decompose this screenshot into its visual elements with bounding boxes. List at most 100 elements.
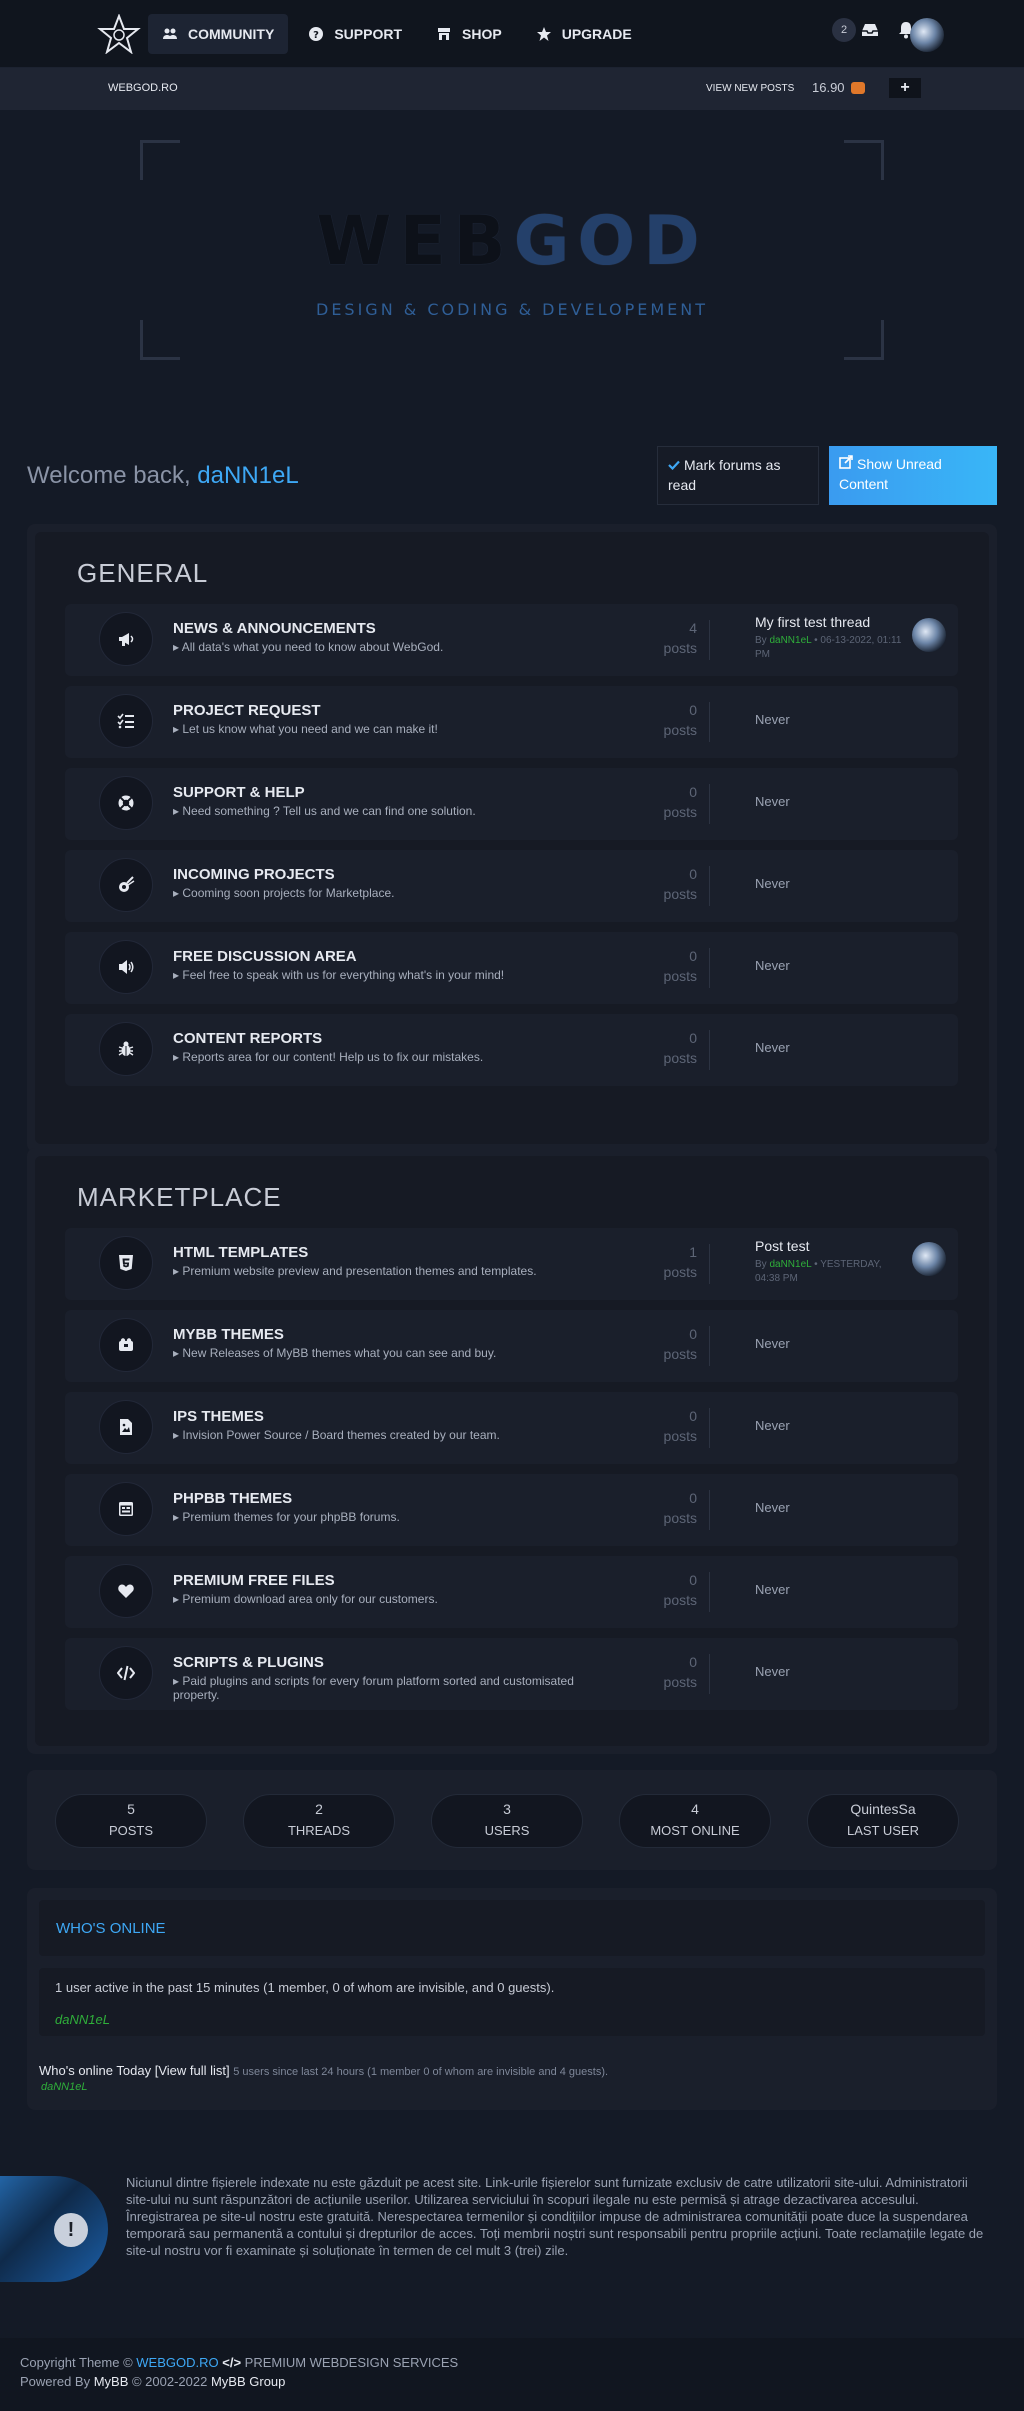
inbox-icon[interactable] bbox=[860, 22, 880, 38]
nav-shop[interactable]: SHOP bbox=[422, 14, 516, 54]
forum-description-text: Feel free to speak with us for everythin… bbox=[182, 968, 505, 982]
post-count-value: 0 bbox=[689, 866, 697, 882]
post-count-value: 0 bbox=[689, 1654, 697, 1670]
forum-row[interactable]: PHPBB THEMES ▸ Premium themes for your p… bbox=[65, 1474, 958, 1546]
mark-forums-read-button[interactable]: Mark forums as read bbox=[657, 446, 819, 505]
forum-row[interactable]: PROJECT REQUEST ▸ Let us know what you n… bbox=[65, 686, 958, 758]
main-nav: COMMUNITY ? SUPPORT SHOP UPGRADE bbox=[148, 14, 646, 54]
nav-community[interactable]: COMMUNITY bbox=[148, 14, 289, 54]
forum-post-count: 0 posts bbox=[637, 1324, 697, 1364]
forum-row[interactable]: MYBB THEMES ▸ New Releases of MyBB theme… bbox=[65, 1310, 958, 1382]
notification-count-badge[interactable]: 2 bbox=[832, 18, 856, 42]
forum-name[interactable]: PROJECT REQUEST bbox=[173, 702, 321, 719]
online-user[interactable]: daNN1eL bbox=[55, 2012, 110, 2027]
nav-shop-label: SHOP bbox=[462, 26, 502, 42]
copyright-text: Copyright Theme © bbox=[20, 2355, 137, 2370]
powered-prefix: Powered By bbox=[20, 2374, 94, 2389]
post-count-unit: posts bbox=[663, 886, 697, 902]
forum-post-count: 0 posts bbox=[637, 1652, 697, 1692]
comet-icon bbox=[99, 858, 153, 912]
forum-row[interactable]: PREMIUM FREE FILES ▸ Premium download ar… bbox=[65, 1556, 958, 1628]
mark-forums-read-label: Mark forums as read bbox=[668, 457, 781, 493]
post-count-unit: posts bbox=[663, 1346, 697, 1362]
forum-row[interactable]: NEWS & ANNOUNCEMENTS ▸ All data's what y… bbox=[65, 604, 958, 676]
stat-value: 3 bbox=[503, 1801, 511, 1817]
forum-name[interactable]: INCOMING PROJECTS bbox=[173, 866, 335, 883]
post-count-unit: posts bbox=[663, 1674, 697, 1690]
forum-row[interactable]: SCRIPTS & PLUGINS ▸ Paid plugins and scr… bbox=[65, 1638, 958, 1710]
last-post-thread[interactable]: My first test thread bbox=[755, 614, 870, 630]
post-count-value: 0 bbox=[689, 784, 697, 800]
last-post-thread[interactable]: Post test bbox=[755, 1238, 809, 1254]
forum-name[interactable]: FREE DISCUSSION AREA bbox=[173, 948, 357, 965]
last-post-user[interactable]: daNN1eL bbox=[769, 1259, 811, 1270]
forum-name[interactable]: CONTENT REPORTS bbox=[173, 1030, 322, 1047]
last-post-never: Never bbox=[755, 1500, 790, 1515]
site-logo-star-icon[interactable] bbox=[96, 14, 142, 54]
forum-row[interactable]: CONTENT REPORTS ▸ Reports area for our c… bbox=[65, 1014, 958, 1086]
view-full-list-link[interactable]: View full list bbox=[158, 2063, 226, 2078]
view-new-posts-link[interactable]: VIEW NEW POSTS bbox=[706, 83, 794, 94]
forum-description-text: All data's what you need to know about W… bbox=[181, 640, 444, 654]
welcome-username[interactable]: daNN1eL bbox=[197, 462, 298, 489]
last-poster-avatar[interactable] bbox=[912, 618, 946, 652]
html5-icon bbox=[99, 1236, 153, 1290]
stat-value: 2 bbox=[315, 1801, 323, 1817]
forum-post-count: 0 posts bbox=[637, 1406, 697, 1446]
show-unread-content-button[interactable]: Show Unread Content bbox=[829, 446, 997, 505]
divider bbox=[709, 1490, 710, 1530]
forum-description: ▸ Let us know what you need and we can m… bbox=[173, 722, 438, 736]
mybb-link[interactable]: MyBB bbox=[94, 2374, 129, 2389]
forum-name[interactable]: SUPPORT & HELP bbox=[173, 784, 305, 801]
forum-row[interactable]: FREE DISCUSSION AREA ▸ Feel free to spea… bbox=[65, 932, 958, 1004]
credits-balance[interactable]: 16.90 bbox=[812, 80, 865, 95]
nav-upgrade[interactable]: UPGRADE bbox=[522, 14, 646, 54]
forum-name[interactable]: PREMIUM FREE FILES bbox=[173, 1572, 335, 1589]
forum-row[interactable]: SUPPORT & HELP ▸ Need something ? Tell u… bbox=[65, 768, 958, 840]
nav-support[interactable]: ? SUPPORT bbox=[294, 14, 416, 54]
post-count-value: 0 bbox=[689, 702, 697, 718]
stat-threads: 2 THREADS bbox=[243, 1794, 395, 1848]
speaker-icon bbox=[99, 940, 153, 994]
stat-label: THREADS bbox=[287, 1823, 351, 1838]
online-today-label: Who's online Today bbox=[39, 2063, 152, 2078]
forum-name[interactable]: HTML TEMPLATES bbox=[173, 1244, 308, 1261]
forum-description-text: New Releases of MyBB themes what you can… bbox=[182, 1346, 497, 1360]
forum-name[interactable]: PHPBB THEMES bbox=[173, 1490, 292, 1507]
whos-online-title[interactable]: WHO'S ONLINE bbox=[56, 1920, 166, 1937]
forum-description: ▸ Premium download area only for our cus… bbox=[173, 1592, 438, 1606]
stat-users: 3 USERS bbox=[431, 1794, 583, 1848]
forum-row[interactable]: INCOMING PROJECTS ▸ Cooming soon project… bbox=[65, 850, 958, 922]
divider bbox=[709, 948, 710, 988]
post-count-value: 1 bbox=[689, 1244, 697, 1260]
online-today-summary: 5 users since last 24 hours (1 member 0 … bbox=[233, 2066, 609, 2078]
breadcrumb[interactable]: WEBGOD.RO bbox=[108, 82, 178, 94]
svg-text:?: ? bbox=[313, 30, 319, 41]
online-today-user[interactable]: daNN1eL bbox=[41, 2081, 87, 2093]
forum-name[interactable]: IPS THEMES bbox=[173, 1408, 264, 1425]
forum-description-text: Cooming soon projects for Marketplace. bbox=[182, 886, 395, 900]
category-general-title: GENERAL bbox=[77, 558, 209, 588]
forum-name[interactable]: MYBB THEMES bbox=[173, 1326, 284, 1343]
add-credits-button[interactable]: + bbox=[889, 78, 921, 98]
last-post-never: Never bbox=[755, 876, 790, 891]
user-avatar[interactable] bbox=[910, 18, 944, 52]
forum-row[interactable]: IPS THEMES ▸ Invision Power Source / Boa… bbox=[65, 1392, 958, 1464]
mybb-group-link[interactable]: MyBB Group bbox=[211, 2374, 285, 2389]
post-count-unit: posts bbox=[663, 1428, 697, 1444]
forum-name[interactable]: SCRIPTS & PLUGINS bbox=[173, 1654, 324, 1671]
last-post-never: Never bbox=[755, 958, 790, 973]
stat-value: QuintesSa bbox=[850, 1801, 916, 1817]
last-post-user[interactable]: daNN1eL bbox=[769, 635, 811, 646]
post-count-value: 0 bbox=[689, 948, 697, 964]
forum-row[interactable]: HTML TEMPLATES ▸ Premium website preview… bbox=[65, 1228, 958, 1300]
footer-brand-link[interactable]: WEBGOD.RO bbox=[136, 2355, 218, 2370]
stat-last-user[interactable]: QuintesSa LAST USER bbox=[807, 1794, 959, 1848]
exclamation-icon: ! bbox=[54, 2213, 88, 2247]
forum-post-count: 0 posts bbox=[637, 1570, 697, 1610]
forum-name[interactable]: NEWS & ANNOUNCEMENTS bbox=[173, 620, 376, 637]
forum-description: ▸ Need something ? Tell us and we can fi… bbox=[173, 804, 476, 818]
nav-upgrade-label: UPGRADE bbox=[561, 26, 632, 42]
last-poster-avatar[interactable] bbox=[912, 1242, 946, 1276]
forum-description-text: Premium themes for your phpBB forums. bbox=[182, 1510, 400, 1524]
